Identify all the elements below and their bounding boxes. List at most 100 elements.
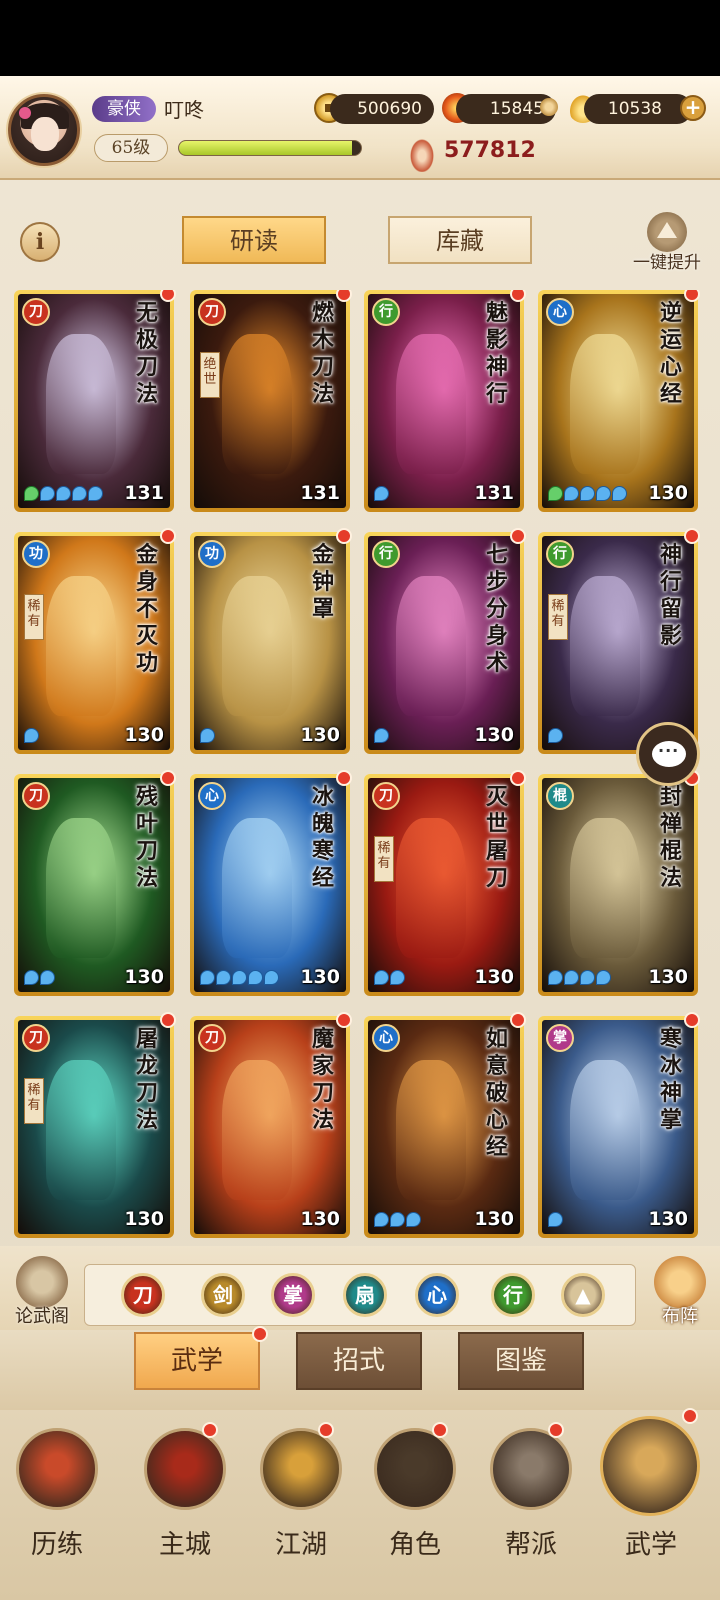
star-drop-icon [548,1212,563,1227]
skill-card-art: 心 如意破心经 130 [368,1020,520,1234]
tab-storage[interactable]: 库藏 [388,216,532,264]
copper-amount: 500690 [330,94,434,124]
skill-card-figure [46,334,116,474]
skill-card[interactable]: 刀绝世 燃木刀法 131 [190,290,350,512]
skill-title: 魅影神行 [485,300,508,407]
skill-card-art: 功 金钟罩 130 [194,536,346,750]
filter-type-icon[interactable]: 行 [491,1273,535,1317]
fire-add-icon[interactable] [540,98,558,116]
skill-card[interactable]: 心 逆运心经 130 [538,290,698,512]
skill-card[interactable]: 功 金钟罩 130 [190,532,350,754]
filter-type-icon[interactable]: 刀 [121,1273,165,1317]
filter-type-icon[interactable]: 掌 [271,1273,315,1317]
chat-button[interactable] [636,722,700,786]
nav-label: 历练 [30,1530,83,1560]
star-drop-icon [580,486,595,501]
nav-icon [16,1428,98,1510]
star-drop-icon [24,486,39,501]
skill-card-notification-dot [684,528,700,544]
status-bar [0,0,720,76]
skill-card-figure [46,576,116,716]
skill-title: 冰魄寒经 [311,784,334,891]
nav-item[interactable]: 角色 [360,1420,470,1570]
upgrade-all-button[interactable]: 一键提升 [622,212,712,274]
nav-item[interactable]: 武学 [596,1416,706,1570]
skill-level: 130 [648,482,688,504]
skill-card-art: 刀绝世 燃木刀法 131 [194,294,346,508]
nav-item[interactable]: 江湖 [246,1420,356,1570]
skill-level: 130 [474,966,514,988]
combat-power-icon [408,136,436,172]
skill-card[interactable]: 掌 寒冰神掌 130 [538,1016,698,1238]
skill-type-icon: 刀 [22,782,50,810]
skill-level: 130 [124,724,164,746]
skill-card-art: 刀稀有 灭世屠刀 130 [368,778,520,992]
tab-tujian[interactable]: 图鉴 [458,1332,584,1390]
lunwuge-button[interactable]: 论武阁 [6,1256,78,1330]
skill-card-figure [570,576,640,716]
filter-type-icon[interactable]: 心 [415,1273,459,1317]
nav-item[interactable]: 帮派 [476,1420,586,1570]
skill-card-notification-dot [510,528,526,544]
skill-card[interactable]: 刀稀有 灭世屠刀 130 [364,774,524,996]
nav-icon [600,1416,700,1516]
rank-badge: 豪侠 [92,96,156,122]
skill-star-row [548,483,628,502]
skill-card-art: 心 冰魄寒经 130 [194,778,346,992]
nav-notification-dot [318,1422,334,1438]
skill-card[interactable]: 行 七步分身术 130 [364,532,524,754]
skill-level: 130 [300,966,340,988]
filter-type-icon[interactable]: ▲ [561,1273,605,1317]
app-screen: 豪侠 叮咚 65级 500690 15845 10538 + 577812 i … [0,76,720,1600]
skill-card[interactable]: 棍 封禅棍法 130 [538,774,698,996]
skill-title: 如意破心经 [485,1026,508,1160]
gold-add-icon[interactable]: + [680,95,706,121]
skill-card[interactable]: 刀稀有 屠龙刀法 130 [14,1016,174,1238]
skill-title: 魔家刀法 [311,1026,334,1133]
skill-card-figure [46,1060,116,1200]
skill-card-notification-dot [160,1012,176,1028]
skill-type-icon: 功 [198,540,226,568]
star-drop-icon [548,728,563,743]
skill-star-row [200,725,216,744]
skill-card[interactable]: 刀 残叶刀法 130 [14,774,174,996]
info-button[interactable]: i [20,222,60,262]
nav-label: 帮派 [504,1530,557,1560]
skill-star-row [24,483,104,502]
skill-card[interactable]: 心 冰魄寒经 130 [190,774,350,996]
skill-card-art: 行 魅影神行 131 [368,294,520,508]
star-drop-icon [232,970,247,985]
skill-card-figure [570,334,640,474]
skill-card[interactable]: 心 如意破心经 130 [364,1016,524,1238]
formation-button[interactable]: 布阵 [644,1256,716,1330]
nav-notification-dot [202,1422,218,1438]
skill-card-figure [396,576,466,716]
skill-card-art: 棍 封禅棍法 130 [542,778,694,992]
nav-item[interactable]: 主城 [130,1420,240,1570]
avatar-flower-icon [19,107,31,119]
skill-card-figure [396,334,466,474]
skill-card[interactable]: 刀 无极刀法 131 [14,290,174,512]
nav-label: 角色 [388,1530,441,1560]
tab-study[interactable]: 研读 [182,216,326,264]
skill-card-figure [570,818,640,958]
skill-star-row [374,483,390,502]
filter-type-icon[interactable]: 剑 [201,1273,245,1317]
star-drop-icon [374,728,389,743]
formation-icon [654,1256,706,1308]
skill-card[interactable]: 刀 魔家刀法 130 [190,1016,350,1238]
player-avatar[interactable] [8,94,80,166]
gold-amount: 10538 [584,94,692,124]
star-drop-icon [612,486,627,501]
skill-star-row [548,1209,564,1228]
skill-title: 无极刀法 [135,300,158,407]
nav-item[interactable]: 历练 [2,1420,112,1570]
skill-card[interactable]: 行稀有神行留影130 [538,532,698,754]
filter-type-icon[interactable]: 扇 [343,1273,387,1317]
tab-zhaoshi[interactable]: 招式 [296,1332,422,1390]
skill-card[interactable]: 功稀有 金身不灭功 130 [14,532,174,754]
skill-card[interactable]: 行 魅影神行 131 [364,290,524,512]
star-drop-icon [374,486,389,501]
skill-card-notification-dot [510,770,526,786]
tab-wuxue[interactable]: 武学 [134,1332,260,1390]
